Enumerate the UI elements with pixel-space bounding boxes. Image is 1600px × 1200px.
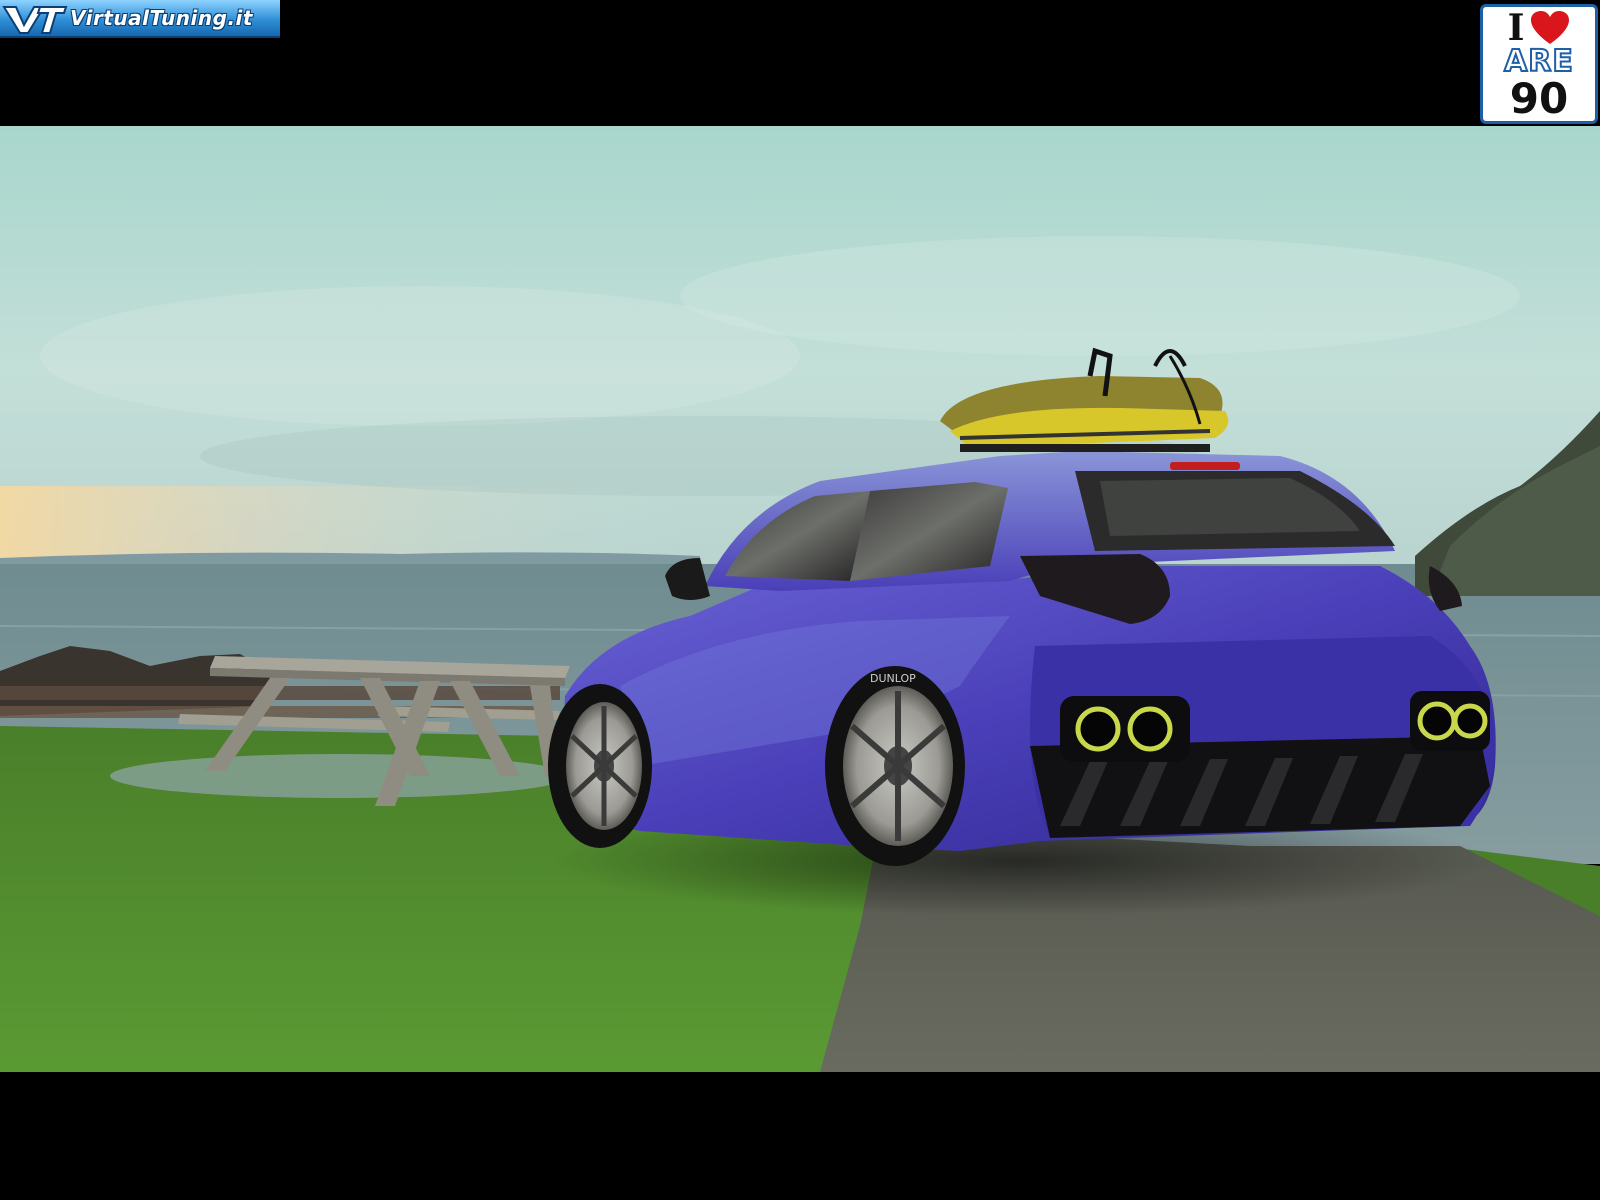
site-logo: VirtualTuning.it xyxy=(0,0,280,38)
tire-brand-text: DUNLOP xyxy=(870,672,916,685)
heart-icon xyxy=(1531,11,1570,44)
badge-letter-i: I xyxy=(1507,7,1525,49)
scene-illustration: DUNLOP xyxy=(0,126,1600,1072)
badge-text-are: ARE xyxy=(1503,44,1574,79)
rear-wheel: DUNLOP xyxy=(825,666,965,866)
i-love-are90-badge: I ARE 90 xyxy=(1480,4,1598,124)
front-wheel xyxy=(548,684,652,848)
image-frame: VirtualTuning.it I ARE 90 DUNLOP xyxy=(0,0,1600,1200)
third-brake-light xyxy=(1170,462,1240,470)
bottom-letterbox-bar xyxy=(0,1072,1600,1200)
site-logo-text: VirtualTuning.it xyxy=(70,6,253,30)
rear-side-window xyxy=(850,482,1008,581)
vt-logo-icon xyxy=(0,0,70,37)
car-photo: DUNLOP xyxy=(0,126,1600,1072)
sunset-glow xyxy=(0,486,700,561)
badge-text-90: 90 xyxy=(1509,74,1569,123)
